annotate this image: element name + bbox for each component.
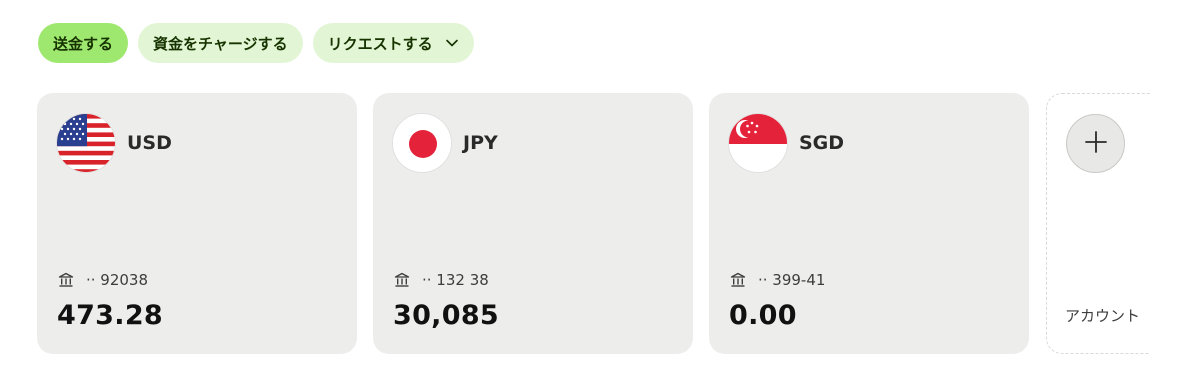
request-button[interactable]: リクエストする [312, 23, 474, 63]
chevron-down-icon [445, 36, 459, 50]
currency-code: SGD [799, 132, 845, 154]
account-card-sgd[interactable]: SGD ·· 399-41 0.00 [709, 93, 1029, 354]
bank-icon [730, 272, 746, 288]
plus-icon [1084, 130, 1108, 158]
add-account-card[interactable]: アカウント [1046, 93, 1150, 354]
send-button-label: 送金する [53, 34, 114, 53]
add-money-button[interactable]: 資金をチャージする [138, 23, 303, 63]
request-button-label: リクエストする [327, 34, 433, 53]
balance-amount: 473.28 [57, 300, 163, 331]
currency-code: JPY [463, 132, 498, 154]
add-money-button-label: 資金をチャージする [153, 34, 288, 53]
account-number: ·· 132 38 [394, 271, 489, 289]
account-number: ·· 92038 [58, 271, 148, 289]
send-button[interactable]: 送金する [38, 23, 129, 63]
account-card-jpy[interactable]: JPY ·· 132 38 30,085 [373, 93, 693, 354]
account-card-usd[interactable]: USD ·· 92038 473.28 [37, 93, 357, 354]
account-number: ·· 399-41 [730, 271, 825, 289]
bank-icon [58, 272, 74, 288]
bank-icon [394, 272, 410, 288]
account-ref: ·· 399-41 [758, 271, 826, 289]
jp-flag-icon [392, 113, 452, 173]
currency-code: USD [127, 132, 172, 154]
balance-amount: 0.00 [729, 300, 797, 331]
sg-flag-icon [728, 113, 788, 173]
add-account-button[interactable] [1066, 114, 1125, 173]
action-bar: 送金する 資金をチャージする リクエストする [38, 23, 474, 63]
account-card-list: USD ·· 92038 473.28 JPY ·· 132 38 30,085 [37, 93, 1150, 355]
account-ref: ·· 132 38 [422, 271, 489, 289]
add-account-label: アカウント [1065, 307, 1141, 325]
balance-amount: 30,085 [393, 300, 499, 331]
account-ref: ·· 92038 [86, 271, 149, 289]
us-flag-icon [56, 113, 116, 173]
